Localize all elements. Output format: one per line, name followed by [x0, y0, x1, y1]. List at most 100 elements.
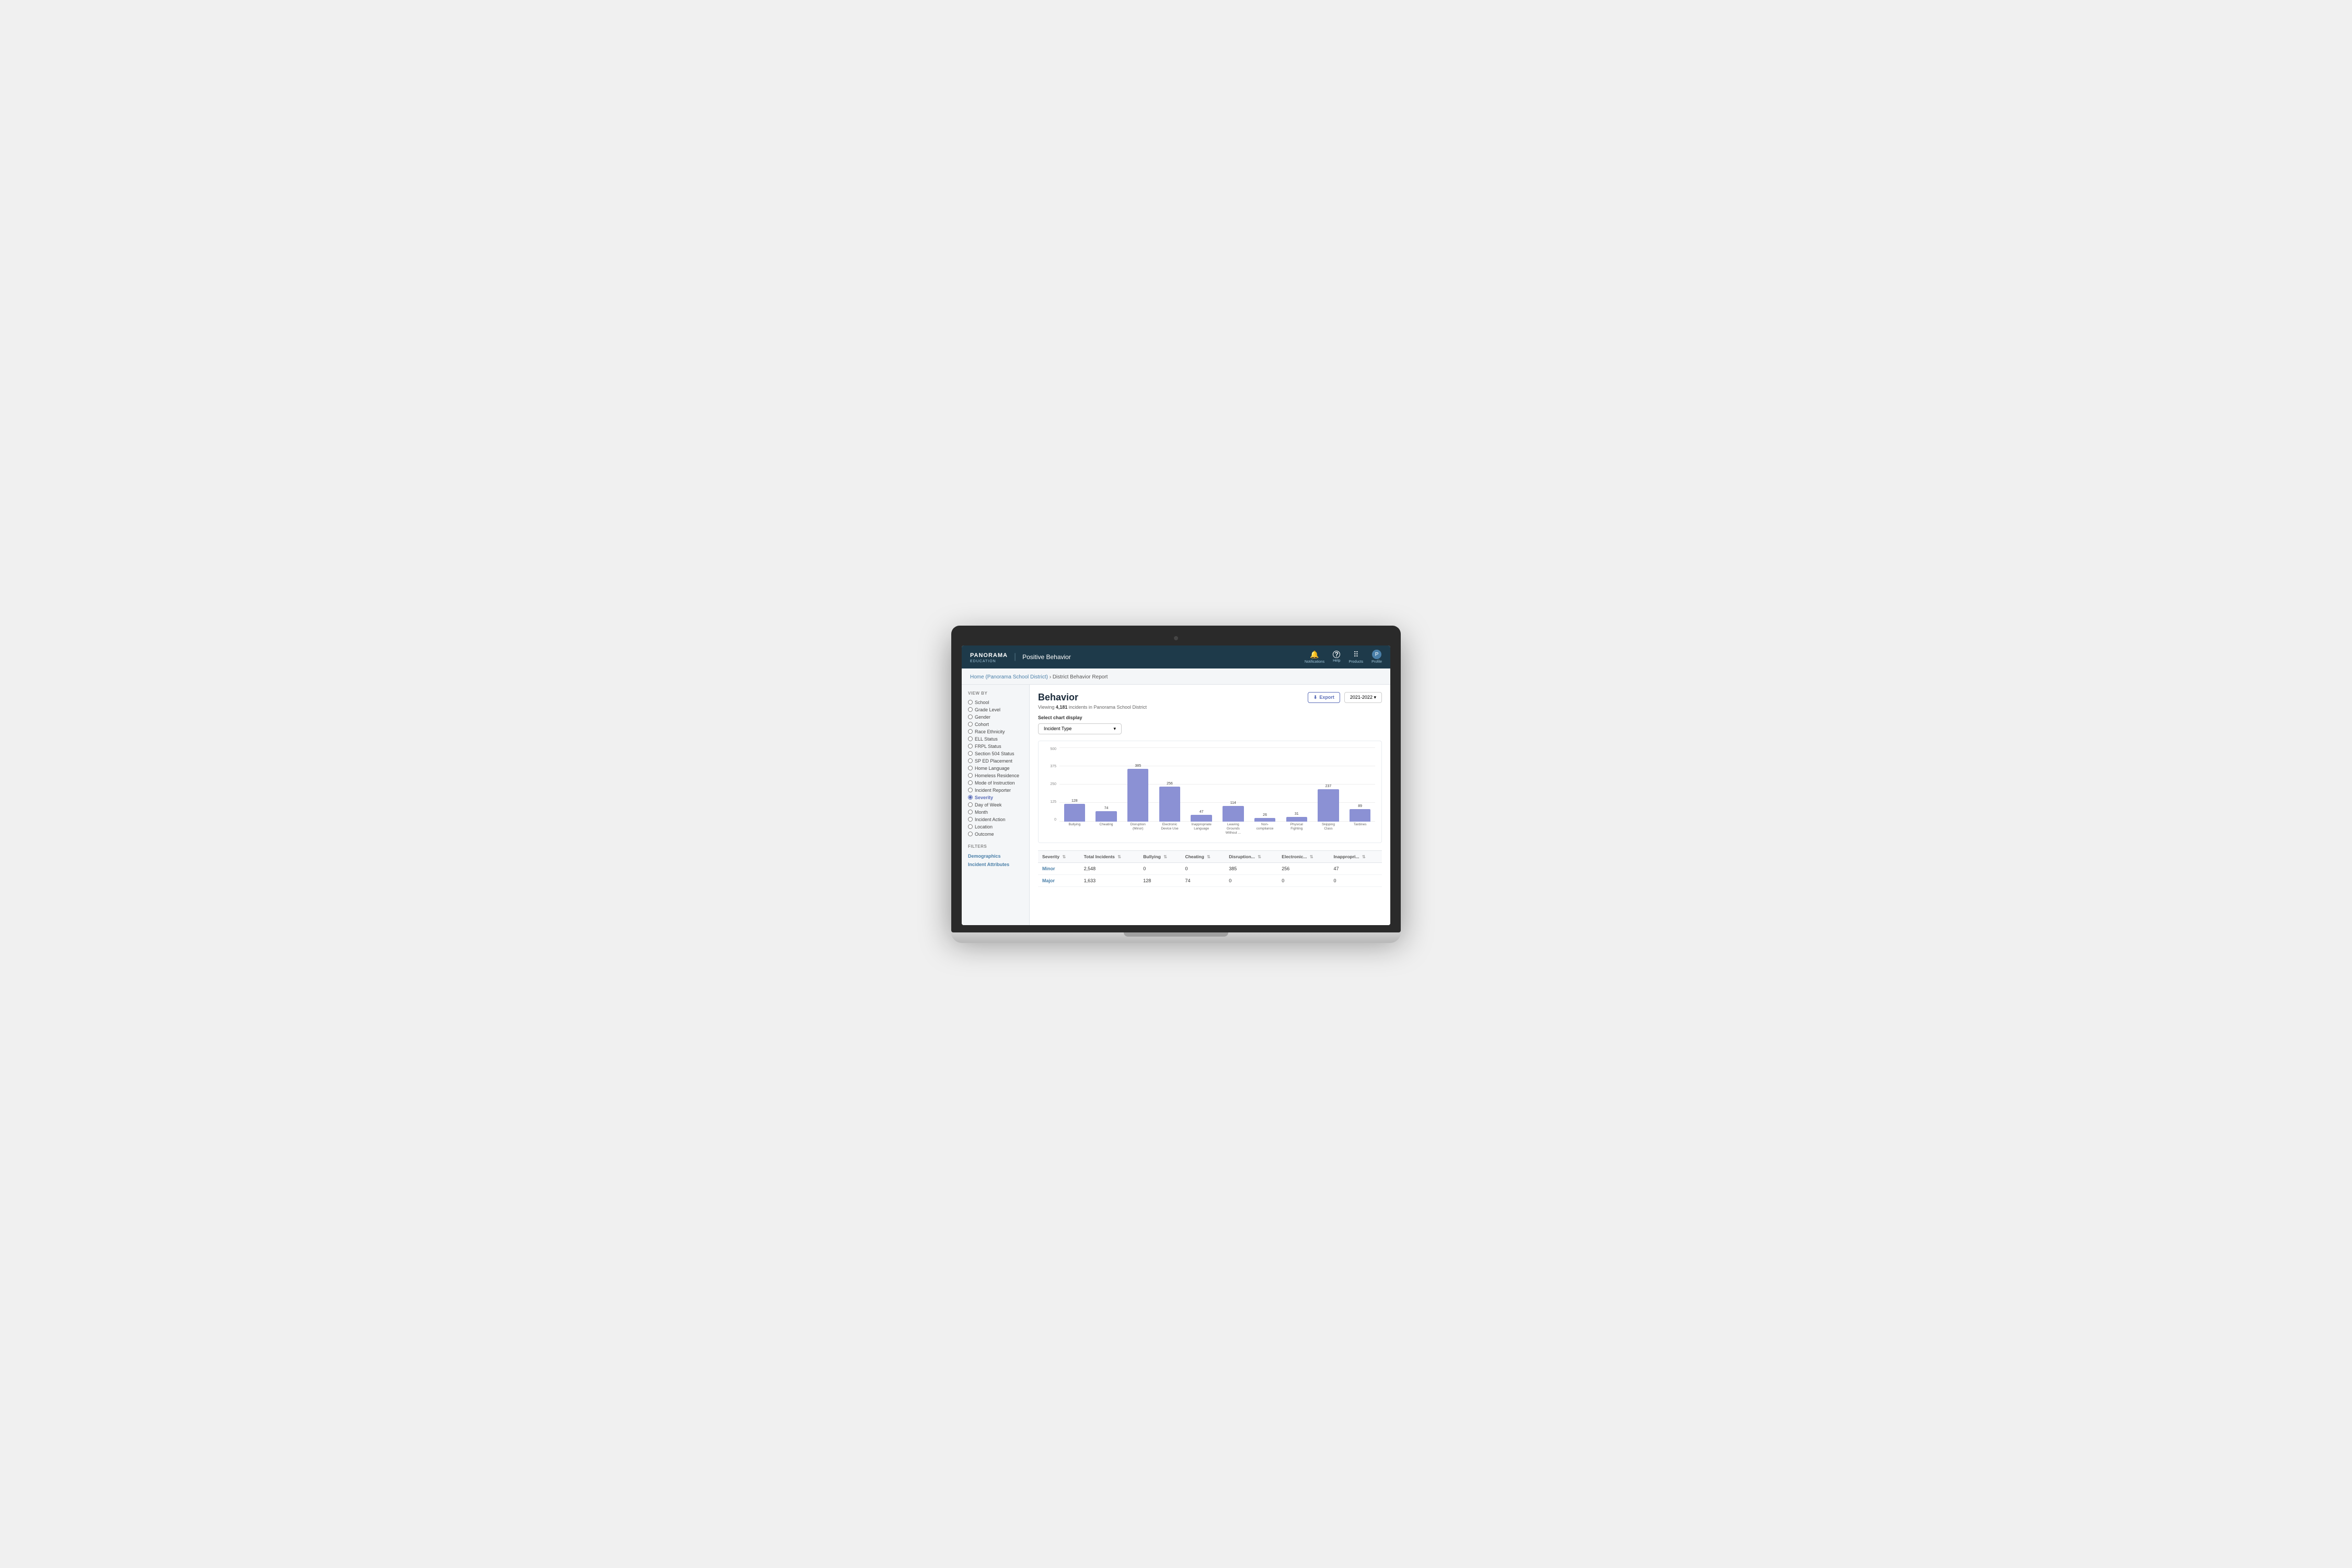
y-label-0: 0	[1054, 818, 1056, 822]
products-nav-item[interactable]: ⠿ Products	[1349, 650, 1364, 664]
col-header-severity[interactable]: Severity ⇅	[1038, 850, 1080, 862]
breadcrumb-current: District Behavior Report	[1053, 674, 1108, 680]
cell-disruption-major: 0	[1225, 874, 1277, 886]
bar-rect-tardiness	[1350, 809, 1370, 821]
sidebar-item-month[interactable]: Month	[966, 809, 1025, 816]
sidebar-item-homeless[interactable]: Homeless Residence	[966, 772, 1025, 779]
chart-container: 500 375 250 125 0	[1038, 741, 1382, 843]
radio-incident-action[interactable]	[968, 817, 973, 822]
radio-label-gender: Gender	[975, 714, 990, 720]
bar-value-electronic: 256	[1167, 782, 1173, 786]
radio-outcome[interactable]	[968, 832, 973, 836]
logo-text: PANORAMA	[970, 652, 1008, 659]
col-header-electronic[interactable]: Electronic... ⇅	[1277, 850, 1329, 862]
radio-month[interactable]	[968, 810, 973, 814]
table-header-row: Severity ⇅ Total Incidents ⇅ Bullying ⇅ …	[1038, 850, 1382, 862]
notifications-nav-item[interactable]: 🔔 Notifications	[1305, 650, 1324, 664]
radio-race-ethnicity[interactable]	[968, 729, 973, 734]
radio-home-language[interactable]	[968, 766, 973, 770]
radio-homeless[interactable]	[968, 773, 973, 778]
x-label-disruption: Disruption(Minor)	[1123, 823, 1153, 836]
bar-value-inappropriate: 47	[1200, 810, 1204, 814]
bar-value-cheating: 74	[1104, 806, 1109, 810]
sidebar-item-grade-level[interactable]: Grade Level	[966, 706, 1025, 713]
filter-incident-attributes[interactable]: Incident Attributes	[966, 860, 1025, 869]
sidebar-item-school[interactable]: School	[966, 699, 1025, 706]
sidebar-item-severity[interactable]: Severity	[966, 794, 1025, 801]
bar-leaving: 114	[1218, 747, 1249, 822]
bar-rect-physical	[1286, 817, 1307, 821]
sidebar-item-sped[interactable]: SP ED Placement	[966, 757, 1025, 765]
profile-icon: P	[1372, 650, 1381, 659]
col-header-total[interactable]: Total Incidents ⇅	[1080, 850, 1139, 862]
bar-value-skipping: 237	[1325, 785, 1332, 788]
chart-type-select[interactable]: Incident Type ▾	[1038, 723, 1122, 734]
profile-nav-item[interactable]: P Profile	[1371, 650, 1382, 664]
behavior-title: Behavior	[1038, 692, 1147, 703]
radio-mode[interactable]	[968, 780, 973, 785]
col-header-disruption[interactable]: Disruption... ⇅	[1225, 850, 1277, 862]
sidebar-item-cohort[interactable]: Cohort	[966, 721, 1025, 728]
x-label-leaving: LeavingGroundsWithout ...	[1218, 823, 1249, 836]
radio-grade-level[interactable]	[968, 707, 973, 712]
sidebar-item-ell[interactable]: ELL Status	[966, 735, 1025, 743]
x-label-bullying: Bullying	[1059, 823, 1090, 836]
col-header-cheating[interactable]: Cheating ⇅	[1181, 850, 1225, 862]
sidebar-item-frpl[interactable]: FRPL Status	[966, 743, 1025, 750]
behavior-subtitle: Viewing 4,181 incidents in Panorama Scho…	[1038, 705, 1147, 710]
bar-rect-electronic	[1159, 787, 1180, 822]
logo-sub: EDUCATION	[970, 660, 1008, 663]
x-label-tardines: Tardines	[1345, 823, 1375, 836]
x-label-physical: PhysicalFighting	[1282, 823, 1312, 836]
sidebar-item-gender[interactable]: Gender	[966, 713, 1025, 721]
x-label-noncompliance: Non-compliance	[1250, 823, 1280, 836]
radio-label-mode: Mode of Instruction	[975, 780, 1015, 786]
sort-icon-cheating: ⇅	[1207, 855, 1210, 859]
sidebar-item-home-language[interactable]: Home Language	[966, 765, 1025, 772]
sidebar-item-location[interactable]: Location	[966, 823, 1025, 831]
radio-reporter[interactable]	[968, 788, 973, 792]
help-nav-item[interactable]: ? Help	[1333, 651, 1340, 663]
sidebar-item-reporter[interactable]: Incident Reporter	[966, 787, 1025, 794]
cell-severity-minor[interactable]: Minor	[1038, 862, 1080, 874]
radio-label-sped: SP ED Placement	[975, 758, 1012, 764]
radio-sped[interactable]	[968, 758, 973, 763]
bar-electronic: 256	[1155, 747, 1185, 822]
bar-disruption: 385	[1123, 747, 1153, 822]
radio-label-homeless: Homeless Residence	[975, 773, 1019, 778]
sidebar-item-day-of-week[interactable]: Day of Week	[966, 801, 1025, 809]
y-label-250: 250	[1050, 782, 1056, 786]
breadcrumb-home-link[interactable]: Home (Panorama School District)	[970, 674, 1048, 680]
export-button[interactable]: ⬇ Export	[1308, 692, 1340, 703]
bar-value-tardiness: 89	[1358, 804, 1362, 808]
radio-location[interactable]	[968, 824, 973, 829]
col-header-inappropriate[interactable]: Inappropri... ⇅	[1330, 850, 1382, 862]
cell-severity-major[interactable]: Major	[1038, 874, 1080, 886]
chart-display-label: Select chart display	[1038, 715, 1382, 720]
cell-total-minor: 2,548	[1080, 862, 1139, 874]
filter-demographics[interactable]: Demographics	[966, 852, 1025, 860]
radio-day-of-week[interactable]	[968, 802, 973, 807]
radio-cohort[interactable]	[968, 722, 973, 727]
sidebar: VIEW BY School Grade Level Gender	[962, 685, 1030, 925]
sidebar-item-mode[interactable]: Mode of Instruction	[966, 779, 1025, 787]
sidebar-item-section504[interactable]: Section 504 Status	[966, 750, 1025, 757]
radio-label-section504: Section 504 Status	[975, 751, 1014, 756]
data-table: Severity ⇅ Total Incidents ⇅ Bullying ⇅ …	[1038, 850, 1382, 887]
radio-school[interactable]	[968, 700, 973, 705]
sidebar-item-incident-action[interactable]: Incident Action	[966, 816, 1025, 823]
nav-right: 🔔 Notifications ? Help ⠿ Products P Prof…	[1305, 650, 1382, 664]
sidebar-item-race-ethnicity[interactable]: Race Ethnicity	[966, 728, 1025, 735]
col-header-bullying[interactable]: Bullying ⇅	[1139, 850, 1181, 862]
radio-ell[interactable]	[968, 736, 973, 741]
radio-label-incident-action: Incident Action	[975, 817, 1006, 822]
radio-label-grade-level: Grade Level	[975, 707, 1000, 712]
radio-frpl[interactable]	[968, 744, 973, 748]
sidebar-item-outcome[interactable]: Outcome	[966, 831, 1025, 838]
incident-count: 4,181	[1056, 705, 1068, 710]
notifications-label: Notifications	[1305, 660, 1324, 664]
radio-section504[interactable]	[968, 751, 973, 756]
radio-severity[interactable]	[968, 795, 973, 800]
year-select[interactable]: 2021-2022 ▾	[1344, 692, 1382, 703]
radio-gender[interactable]	[968, 714, 973, 719]
